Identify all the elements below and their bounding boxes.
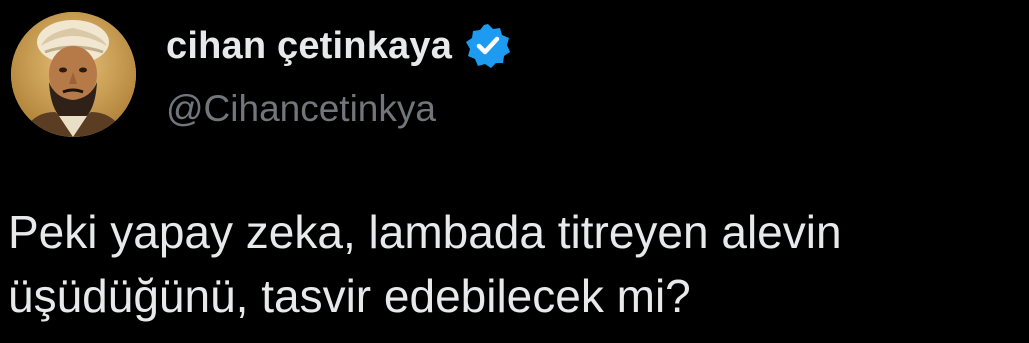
- tweet-text-line: üşüdüğünü, tasvir edebilecek mi?: [8, 270, 691, 322]
- author-handle[interactable]: @Cihancetinkya: [166, 88, 436, 130]
- verified-badge-icon[interactable]: [464, 22, 512, 70]
- tweet-text: Peki yapay zeka, lambada titreyen alevin…: [8, 200, 1029, 328]
- portrait-avatar-icon: [11, 12, 136, 137]
- tweet-card: cihan çetinkaya @Cihancetinkya Peki yapa…: [0, 0, 1029, 343]
- display-name-row: cihan çetinkaya: [166, 21, 512, 71]
- author-display-name[interactable]: cihan çetinkaya: [166, 25, 452, 68]
- tweet-text-line: Peki yapay zeka, lambada titreyen alevin: [8, 206, 842, 258]
- author-avatar[interactable]: [11, 12, 136, 137]
